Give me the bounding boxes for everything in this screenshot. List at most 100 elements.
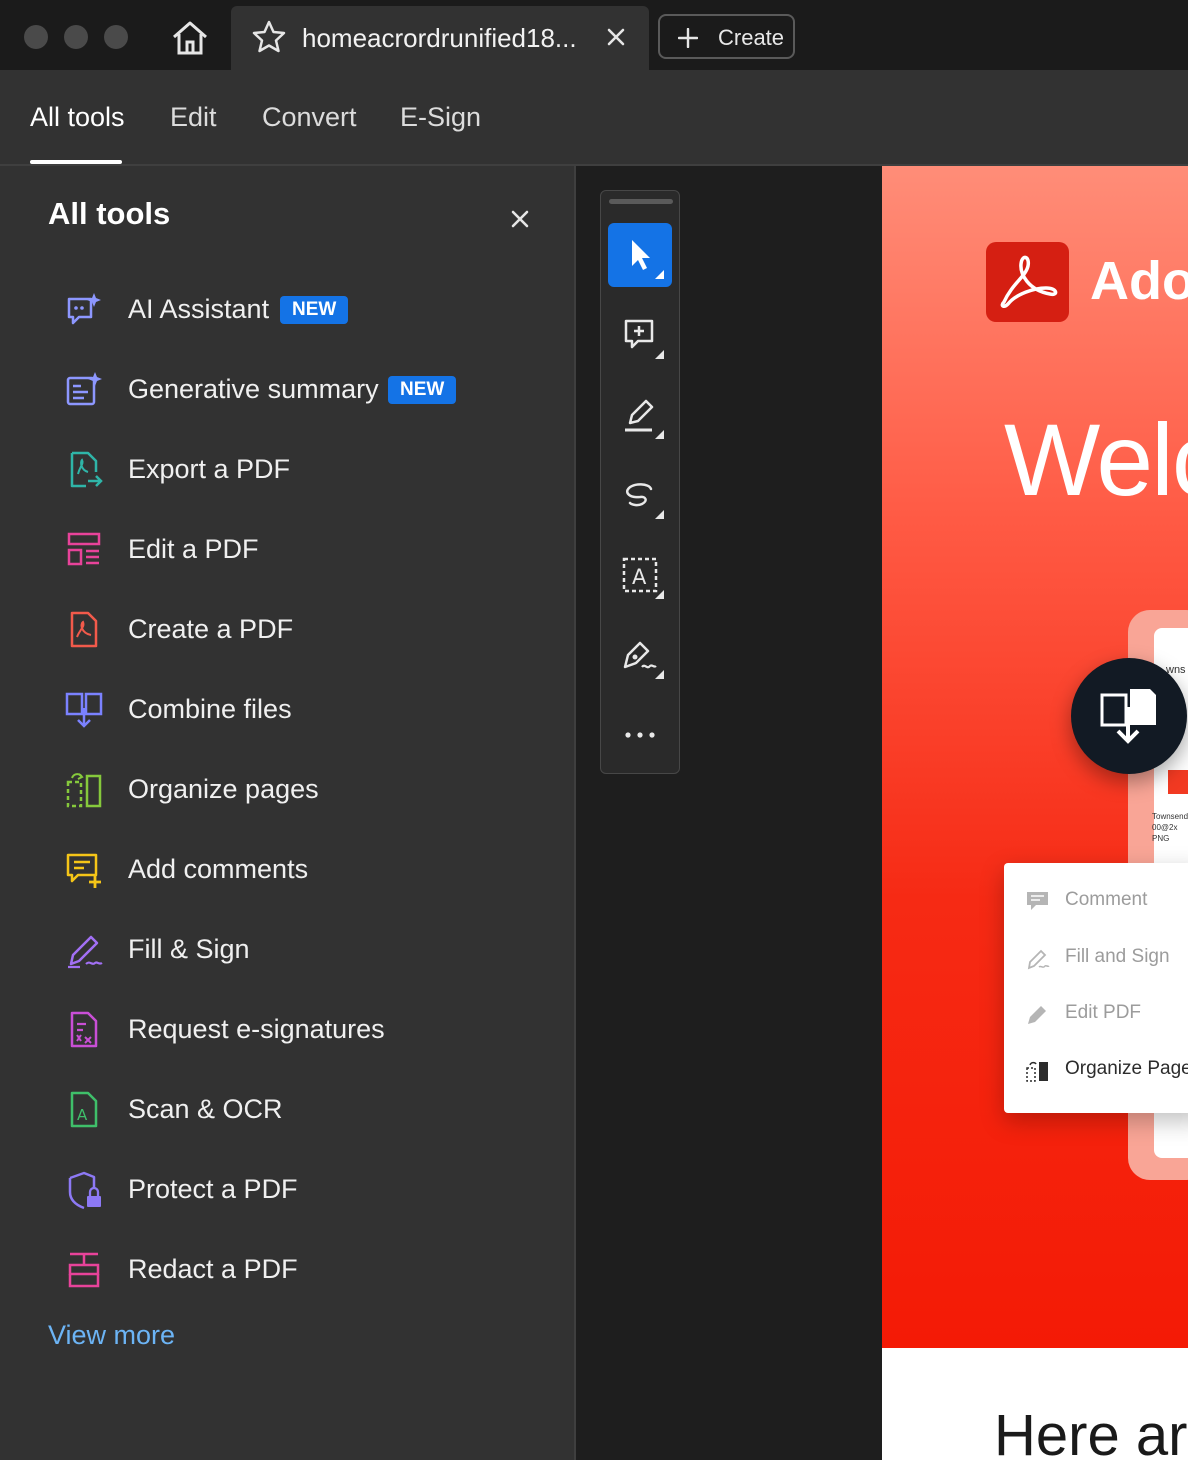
create-pdf-icon	[64, 610, 104, 650]
request-esignatures-icon	[64, 1010, 104, 1050]
new-badge: NEW	[280, 296, 349, 324]
submenu-indicator	[655, 590, 664, 599]
tool-export-pdf[interactable]: Export a PDF	[64, 445, 544, 495]
all-tools-panel: All tools AI Assistant NEW Generative su…	[0, 166, 576, 1460]
close-panel-icon[interactable]	[509, 208, 531, 235]
menu-item-comment[interactable]: Comment	[1026, 887, 1188, 917]
close-tab-icon[interactable]	[605, 26, 627, 53]
create-button[interactable]: Create	[658, 14, 795, 59]
new-badge: NEW	[388, 376, 457, 404]
draw-tool-button[interactable]	[608, 463, 672, 527]
scan-ocr-icon: A	[64, 1090, 104, 1130]
svg-text:A: A	[632, 565, 647, 589]
text-select-icon: A	[622, 557, 658, 593]
here-heading: Here are	[994, 1403, 1188, 1460]
document-page: Adol Welc wns Townsend 00@2x PNG Comment…	[882, 166, 1188, 1460]
tool-label: Organize pages	[128, 774, 319, 804]
add-comment-tool-button[interactable]	[608, 303, 672, 367]
tab-esign[interactable]: E-Sign	[400, 102, 481, 133]
tool-label: Redact a PDF	[128, 1254, 298, 1284]
tool-create-pdf[interactable]: Create a PDF	[64, 605, 544, 655]
tool-label: Add comments	[128, 854, 309, 884]
highlight-icon	[625, 399, 654, 432]
document-tab-title: homeacrordrunified18...	[302, 23, 577, 53]
menu-item-label: Comment	[1065, 889, 1148, 910]
tool-label: Edit a PDF	[128, 534, 259, 564]
tool-scan-ocr[interactable]: A Scan & OCR	[64, 1085, 544, 1135]
tool-protect-pdf[interactable]: Protect a PDF	[64, 1165, 544, 1215]
window-close-dot[interactable]	[24, 25, 48, 49]
star-icon[interactable]	[251, 20, 287, 59]
highlight-tool-button[interactable]	[608, 383, 672, 447]
organize-pages-icon	[1026, 1061, 1048, 1082]
tab-convert[interactable]: Convert	[262, 102, 357, 133]
export-badge	[1071, 658, 1187, 774]
fill-sign-icon	[1027, 949, 1050, 970]
adobe-acrobat-logo	[986, 242, 1069, 322]
tool-ai-assistant[interactable]: AI Assistant NEW	[64, 285, 544, 335]
drag-handle[interactable]	[609, 199, 673, 204]
more-tools-button[interactable]	[608, 703, 672, 767]
tool-organize-pages[interactable]: Organize pages	[64, 765, 544, 815]
submenu-indicator	[655, 270, 664, 279]
redact-pdf-icon	[64, 1250, 104, 1290]
window-zoom-dot[interactable]	[104, 25, 128, 49]
tool-fill-sign[interactable]: Fill & Sign	[64, 925, 544, 975]
pencil-icon	[1028, 1006, 1046, 1024]
menu-item-label: Organize Pages	[1065, 1058, 1188, 1079]
plus-icon	[677, 27, 699, 53]
device-caption: Townsend 00@2x PNG	[1152, 812, 1188, 843]
tool-redact-pdf[interactable]: Redact a PDF	[64, 1245, 544, 1295]
menu-item-fill-sign[interactable]: Fill and Sign	[1026, 944, 1188, 974]
ai-assistant-icon	[64, 290, 104, 330]
combine-files-icon	[64, 690, 104, 730]
generative-summary-icon	[64, 370, 104, 410]
welcome-heading: Welc	[1004, 403, 1188, 517]
tool-edit-pdf[interactable]: Edit a PDF	[64, 525, 544, 575]
tab-edit[interactable]: Edit	[170, 102, 217, 133]
document-tab[interactable]: homeacrordrunified18...	[231, 6, 649, 70]
home-icon[interactable]	[170, 20, 210, 56]
more-icon	[625, 732, 655, 738]
adobe-logo-text: Adol	[1090, 251, 1188, 311]
view-more-link[interactable]: View more	[48, 1320, 175, 1351]
sign-tool-button[interactable]	[608, 623, 672, 687]
tool-label: Export a PDF	[128, 454, 291, 484]
tool-label: Combine files	[128, 694, 292, 724]
select-icon	[632, 240, 650, 270]
active-tab-indicator	[30, 160, 122, 164]
text-select-tool-button[interactable]: A	[608, 543, 672, 607]
title-bar: homeacrordrunified18... Create	[0, 0, 1188, 70]
export-pdf-icon	[1100, 689, 1156, 744]
submenu-indicator	[655, 510, 664, 519]
menu-item-edit-pdf[interactable]: Edit PDF	[1026, 1000, 1188, 1030]
menu-item-organize-pages[interactable]: Organize Pages	[1026, 1056, 1188, 1086]
tool-combine-files[interactable]: Combine files	[64, 685, 544, 735]
tool-label: Protect a PDF	[128, 1174, 298, 1204]
tool-label: Generative summary	[128, 374, 379, 404]
tool-label: Scan & OCR	[128, 1094, 283, 1124]
fill-sign-icon	[64, 930, 104, 970]
tab-all-tools[interactable]: All tools	[30, 102, 125, 133]
export-pdf-icon	[64, 450, 104, 490]
tool-label: AI Assistant	[128, 294, 270, 324]
tool-add-comments[interactable]: Add comments	[64, 845, 544, 895]
draw-icon	[625, 483, 653, 507]
window-minimize-dot[interactable]	[64, 25, 88, 49]
add-comment-icon	[624, 319, 654, 349]
tool-label: Request e-signatures	[128, 1014, 385, 1044]
edit-pdf-icon	[64, 530, 104, 570]
tool-generative-summary[interactable]: Generative summary NEW	[64, 365, 544, 415]
tool-label: Fill & Sign	[128, 934, 250, 964]
comment-icon	[1027, 892, 1048, 910]
select-tool-button[interactable]	[608, 223, 672, 287]
sign-icon	[623, 641, 657, 669]
add-comments-icon	[64, 850, 104, 890]
create-label: Create	[718, 25, 785, 50]
menu-item-label: Fill and Sign	[1065, 946, 1170, 967]
quick-tools-bar: A	[600, 190, 680, 774]
device-thumbnail	[1168, 770, 1188, 794]
panel-title: All tools	[48, 196, 171, 231]
tool-request-esignatures[interactable]: Request e-signatures	[64, 1005, 544, 1055]
svg-text:A: A	[77, 1106, 88, 1124]
